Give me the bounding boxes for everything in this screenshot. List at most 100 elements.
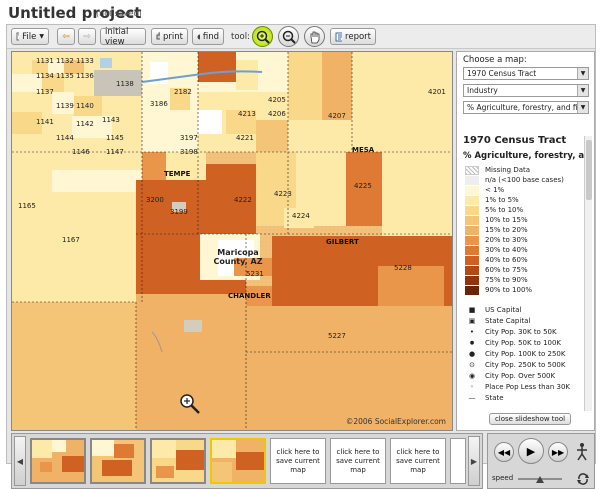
state-line-icon: — — [468, 394, 476, 402]
tract-label: 1147 — [106, 148, 124, 156]
slide-thumbnail[interactable] — [30, 438, 86, 484]
report-button[interactable]: report — [330, 28, 376, 45]
save-map-slot-partial[interactable] — [450, 438, 466, 484]
tract-label: 4224 — [292, 212, 310, 220]
legend-label: 30% to 40% — [485, 246, 528, 254]
city-label-gilbert: GILBERT — [326, 238, 359, 246]
chevron-right-icon: ▶ — [470, 456, 478, 466]
legend-item: 5% to 10% — [465, 205, 523, 215]
legend-label: 15% to 20% — [485, 226, 528, 234]
legend-swatch — [465, 165, 479, 175]
slide-thumbnail[interactable] — [90, 438, 146, 484]
find-label: find — [202, 31, 219, 42]
zoom-cursor-icon — [180, 394, 200, 414]
city-dot-icon: ● — [469, 340, 475, 346]
rewind-button[interactable]: ◀◀ — [494, 442, 514, 462]
find-button[interactable]: find — [192, 28, 224, 45]
map-topic-value: Industry — [467, 86, 498, 95]
walk-icon[interactable] — [574, 442, 590, 462]
speed-slider[interactable] — [516, 474, 564, 484]
legend-swatch — [465, 215, 479, 225]
zoom-in-tool[interactable] — [252, 26, 273, 47]
legend-label: < 1% — [485, 186, 505, 194]
slide-thumbnail-selected[interactable] — [210, 438, 266, 484]
binoculars-icon — [197, 34, 200, 40]
close-slideshow-button[interactable]: close slideshow tool — [489, 413, 571, 425]
file-menu-button[interactable]: File ▼ — [11, 28, 49, 45]
legend-swatch — [465, 185, 479, 195]
hand-icon — [310, 31, 319, 43]
tract-label: 1142 — [76, 120, 94, 128]
tract-label: 1141 — [36, 118, 54, 126]
slideshow-area: ◀ click here to save current map click h… — [11, 433, 595, 489]
fast-forward-button[interactable]: ▶▶ — [548, 442, 568, 462]
legend-symbol-item: ⊙ City Pop. 250K to 500K — [465, 360, 565, 370]
strip-next-button[interactable]: ▶ — [468, 436, 480, 486]
tract-label: 1132 — [56, 57, 74, 65]
legend-item: 10% to 15% — [465, 215, 528, 225]
legend-label: City Pop. 100K to 250K — [485, 350, 566, 358]
loop-icon[interactable] — [576, 472, 590, 486]
file-icon — [16, 32, 20, 41]
tract-label: 1143 — [102, 116, 120, 124]
chevron-left-icon: ◀ — [16, 456, 24, 466]
city-dot-icon: • — [469, 328, 475, 336]
tract-label: 1139 — [56, 102, 74, 110]
legend-item: n/a (<100 base cases) — [465, 175, 564, 185]
legend-label: 10% to 15% — [485, 216, 528, 224]
legend-title: 1970 Census Tract — [463, 135, 567, 146]
save-map-slot[interactable]: click here to save current map — [270, 438, 326, 484]
strip-prev-button[interactable]: ◀ — [14, 436, 26, 486]
map-year-select[interactable]: 1970 Census Tract ▼ — [463, 67, 589, 80]
map-copyright: ©2006 SocialExplorer.com — [345, 417, 446, 426]
tract-label: 1133 — [76, 57, 94, 65]
tract-label: 1134 — [36, 72, 54, 80]
slideshow-player: ◀◀ ▶ ▶▶ speed — [487, 433, 595, 489]
map-topic-select[interactable]: Industry ▼ — [463, 84, 589, 97]
pan-tool[interactable] — [304, 26, 325, 47]
legend-label: State Capital — [485, 317, 531, 325]
tract-label: 5231 — [246, 270, 264, 278]
rewind-icon: ◀◀ — [497, 447, 511, 457]
slide-thumbnail[interactable] — [150, 438, 206, 484]
toolbar: File ▼ ⇦ ⇨ initial view print find tool: — [7, 25, 595, 49]
save-map-slot[interactable]: click here to save current map — [330, 438, 386, 484]
tract-label: 1136 — [76, 72, 94, 80]
map-canvas[interactable]: 1131 1132 1133 1134 1135 1136 1137 1138 … — [11, 51, 453, 431]
city-ring-icon: ⊙ — [469, 361, 475, 369]
legend-item: 30% to 40% — [465, 245, 528, 255]
thumbnail-map — [92, 440, 144, 482]
file-menu-label: File — [22, 31, 37, 42]
tract-label: 4207 — [328, 112, 346, 120]
legend-label: 40% to 60% — [485, 256, 528, 264]
legend-label: City Pop. 30K to 50K — [485, 328, 557, 336]
map-variable-select[interactable]: % Agriculture, forestry, and fisheries ▼ — [463, 101, 589, 114]
title-bar: Untitled project (not saved) — [0, 0, 601, 24]
tract-label: 3199 — [170, 208, 188, 216]
legend-item: 1% to 5% — [465, 195, 519, 205]
place-dot-icon: ◦ — [469, 383, 475, 391]
zoom-in-icon — [256, 30, 270, 44]
legend-symbol-item: ▣ State Capital — [465, 316, 531, 326]
legend-symbol-item: ● City Pop. 50K to 100K — [465, 338, 561, 348]
zoom-out-tool[interactable] — [278, 26, 299, 47]
tract-label: 4213 — [238, 110, 256, 118]
play-button[interactable]: ▶ — [518, 438, 544, 464]
state-capital-icon: ▣ — [468, 317, 476, 325]
legend-item: 90% to 100% — [465, 285, 532, 295]
initial-view-button[interactable]: initial view — [100, 27, 146, 47]
tract-label: 3198 — [180, 148, 198, 156]
map-settings-panel: Choose a map: 1970 Census Tract ▼ Indust… — [456, 51, 595, 431]
forward-button[interactable]: ⇨ — [78, 28, 96, 45]
thumbnail-map — [32, 440, 84, 482]
print-button[interactable]: print — [151, 28, 188, 45]
back-button[interactable]: ⇦ — [57, 28, 75, 45]
legend-label: City Pop. Over 500K — [485, 372, 556, 380]
tract-label: 1145 — [106, 134, 124, 142]
legend-symbol-item: — State — [465, 393, 504, 403]
scrollbar-thumb[interactable] — [586, 140, 592, 200]
printer-icon — [156, 32, 161, 40]
save-status: (not saved) — [96, 9, 142, 18]
save-map-slot[interactable]: click here to save current map — [390, 438, 446, 484]
legend-scrollbar[interactable] — [584, 136, 592, 411]
